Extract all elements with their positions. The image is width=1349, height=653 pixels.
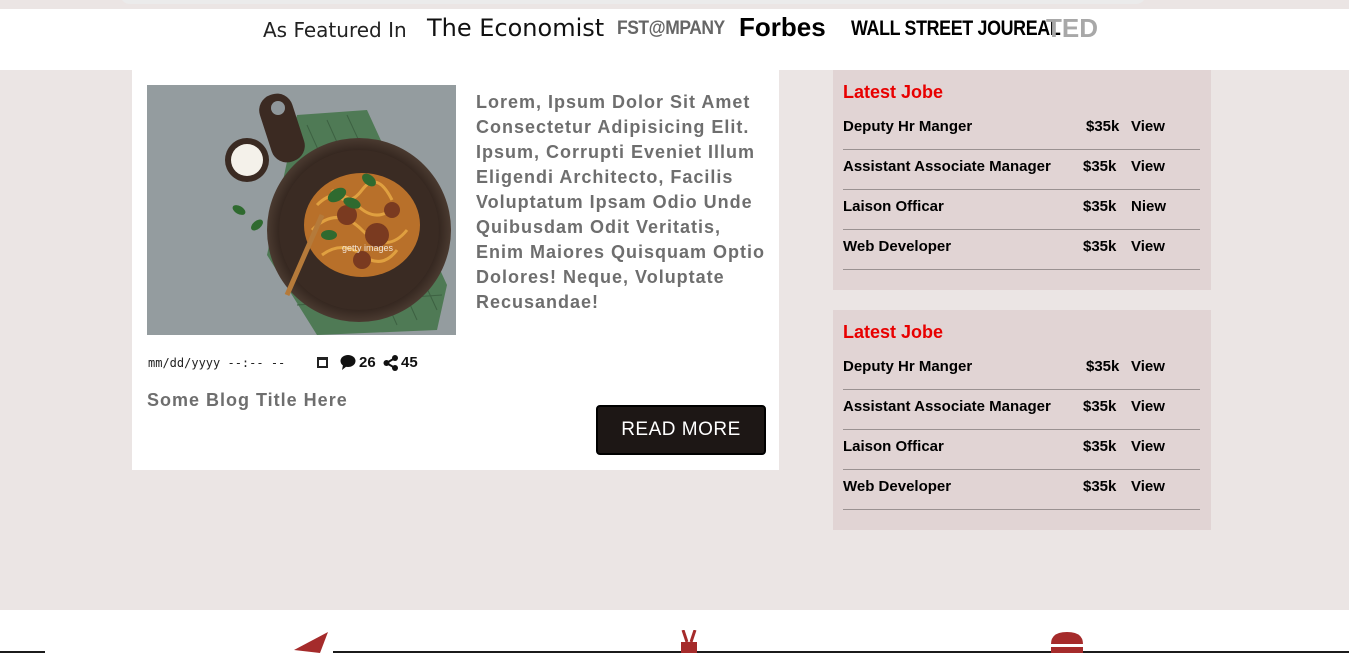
job-salary: $35k [1086, 118, 1120, 135]
services-strip [0, 610, 1349, 653]
job-salary: $35k [1083, 238, 1117, 255]
peace-hand-icon [677, 629, 701, 653]
job-salary: $35k [1086, 358, 1120, 375]
jobs-panel-title: Latest Jobe [843, 82, 944, 102]
job-row: Laison Officar $35k View [843, 430, 1200, 470]
job-salary: $35k [1083, 158, 1117, 175]
job-title: Web Developer [843, 238, 952, 255]
date-time-input[interactable]: mm/dd/yyyy --:-- -- [148, 356, 285, 370]
svg-text:getty images: getty images [342, 243, 394, 253]
job-view-link[interactable]: Niew [1131, 198, 1166, 215]
job-salary: $35k [1083, 398, 1117, 415]
job-row: Deputy Hr Manger $35k View [843, 110, 1200, 150]
job-view-link[interactable]: View [1131, 478, 1165, 495]
read-more-button[interactable]: READ MORE [596, 405, 766, 455]
paper-plane-icon [292, 630, 330, 653]
job-title: Web Developer [843, 478, 952, 495]
job-salary: $35k [1083, 438, 1117, 455]
job-salary: $35k [1083, 478, 1117, 495]
latest-jobs-panel: Latest Jobe Deputy Hr Manger $35k View A… [833, 310, 1211, 530]
job-view-link[interactable]: View [1131, 238, 1165, 255]
job-row: Web Developer $35k View [843, 230, 1200, 270]
job-row: Assistant Associate Manager $35k View [843, 390, 1200, 430]
top-nav-remnant [120, 0, 1146, 4]
job-view-link[interactable]: View [1131, 158, 1165, 175]
job-title: Deputy Hr Manger [843, 358, 973, 375]
logo-ted: TED [1046, 13, 1098, 43]
logo-wall-street-journal: WALL STREET JOUREAL [851, 17, 1061, 40]
featured-bar: As Featured In The Economist FST@MPANY F… [0, 9, 1349, 70]
comment-icon [340, 354, 356, 373]
job-row: Web Developer $35k View [843, 470, 1200, 510]
job-view-link[interactable]: View [1131, 438, 1165, 455]
blog-card: getty images Lorem, Ipsum Dolor Sit Amet… [132, 70, 779, 470]
calendar-icon[interactable] [317, 357, 328, 368]
logo-forbes: Forbes [739, 12, 826, 42]
job-title: Laison Officar [843, 198, 944, 215]
comment-count: 26 [359, 354, 376, 371]
featured-label: As Featured In [263, 18, 407, 42]
jobs-panel-title: Latest Jobe [843, 322, 944, 342]
job-title: Assistant Associate Manager [843, 398, 1051, 415]
logo-economist: The Economist [427, 14, 605, 42]
job-view-link[interactable]: View [1131, 118, 1165, 135]
job-view-link[interactable]: View [1131, 398, 1165, 415]
job-row: Laison Officar $35k Niew [843, 190, 1200, 230]
share-icon[interactable] [383, 355, 399, 374]
share-count: 45 [401, 354, 418, 371]
burger-icon [1049, 630, 1085, 653]
job-salary: $35k [1083, 198, 1117, 215]
job-title: Deputy Hr Manger [843, 118, 973, 135]
latest-jobs-panel: Latest Jobe Deputy Hr Manger $35k View A… [833, 70, 1211, 290]
blog-title[interactable]: Some Blog Title Here [147, 390, 348, 411]
job-view-link[interactable]: View [1131, 358, 1165, 375]
pasta-dish-photo[interactable]: getty images [147, 85, 456, 335]
blog-meta: mm/dd/yyyy --:-- -- 26 45 [147, 353, 456, 373]
job-title: Assistant Associate Manager [843, 158, 1051, 175]
job-row: Deputy Hr Manger $35k View [843, 350, 1200, 390]
job-title: Laison Officar [843, 438, 944, 455]
logo-fast-company: FST@MPANY [617, 18, 725, 39]
blog-excerpt: Lorem, Ipsum Dolor Sit Amet Consectetur … [476, 92, 766, 312]
job-row: Assistant Associate Manager $35k View [843, 150, 1200, 190]
